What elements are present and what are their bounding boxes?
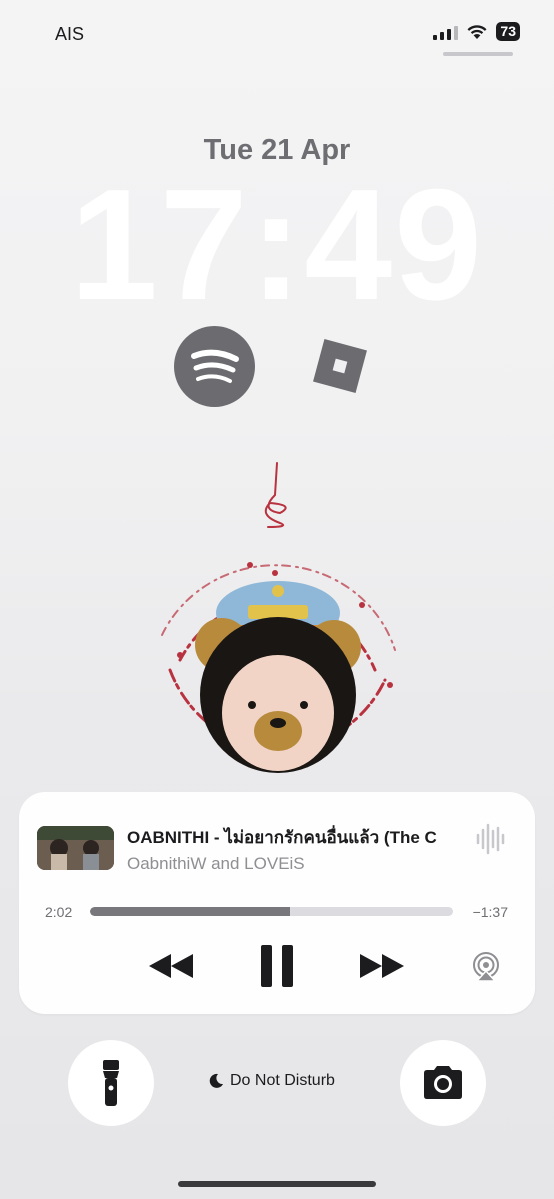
- do-not-disturb-status[interactable]: Do Not Disturb: [208, 1072, 335, 1090]
- playback-progress-slider[interactable]: [90, 907, 453, 916]
- album-artwork[interactable]: [37, 826, 114, 870]
- moon-icon: [209, 1073, 223, 1088]
- spotify-icon[interactable]: [174, 326, 255, 407]
- now-playing-card[interactable]: OABNITHI - ไม่อยากรักคนอื่นแล้ว (The C O…: [19, 792, 535, 1014]
- rewind-icon[interactable]: [147, 952, 195, 980]
- flashlight-button[interactable]: [68, 1040, 154, 1126]
- pause-icon[interactable]: [259, 943, 295, 989]
- airplay-icon[interactable]: [471, 952, 501, 982]
- status-bar: AIS 73: [0, 0, 554, 70]
- carrier-label: AIS: [55, 24, 85, 44]
- wifi-icon: [467, 24, 487, 39]
- battery-indicator: 73: [496, 22, 520, 41]
- home-indicator[interactable]: [178, 1181, 376, 1187]
- track-artist: OabnithiW and LOVEiS: [127, 854, 305, 873]
- status-icons: 73: [433, 22, 520, 41]
- lock-clock: 17:49: [69, 157, 485, 333]
- flashlight-icon: [103, 1060, 119, 1106]
- cellular-signal-icon: [433, 24, 459, 40]
- control-center-grabber[interactable]: [443, 52, 513, 56]
- track-title: OABNITHI - ไม่อยากรักคนอื่นแล้ว (The C: [127, 828, 437, 847]
- do-not-disturb-label: Do Not Disturb: [230, 1072, 335, 1089]
- audio-waveform-icon: [476, 823, 505, 855]
- roblox-icon[interactable]: [310, 336, 370, 396]
- fast-forward-icon[interactable]: [358, 952, 406, 980]
- camera-button[interactable]: [400, 1040, 486, 1126]
- remaining-time: −1:37: [472, 904, 508, 920]
- playback-progress-fill: [90, 907, 290, 916]
- wallpaper-character: [140, 455, 415, 845]
- camera-icon: [424, 1066, 462, 1099]
- elapsed-time: 2:02: [45, 904, 73, 920]
